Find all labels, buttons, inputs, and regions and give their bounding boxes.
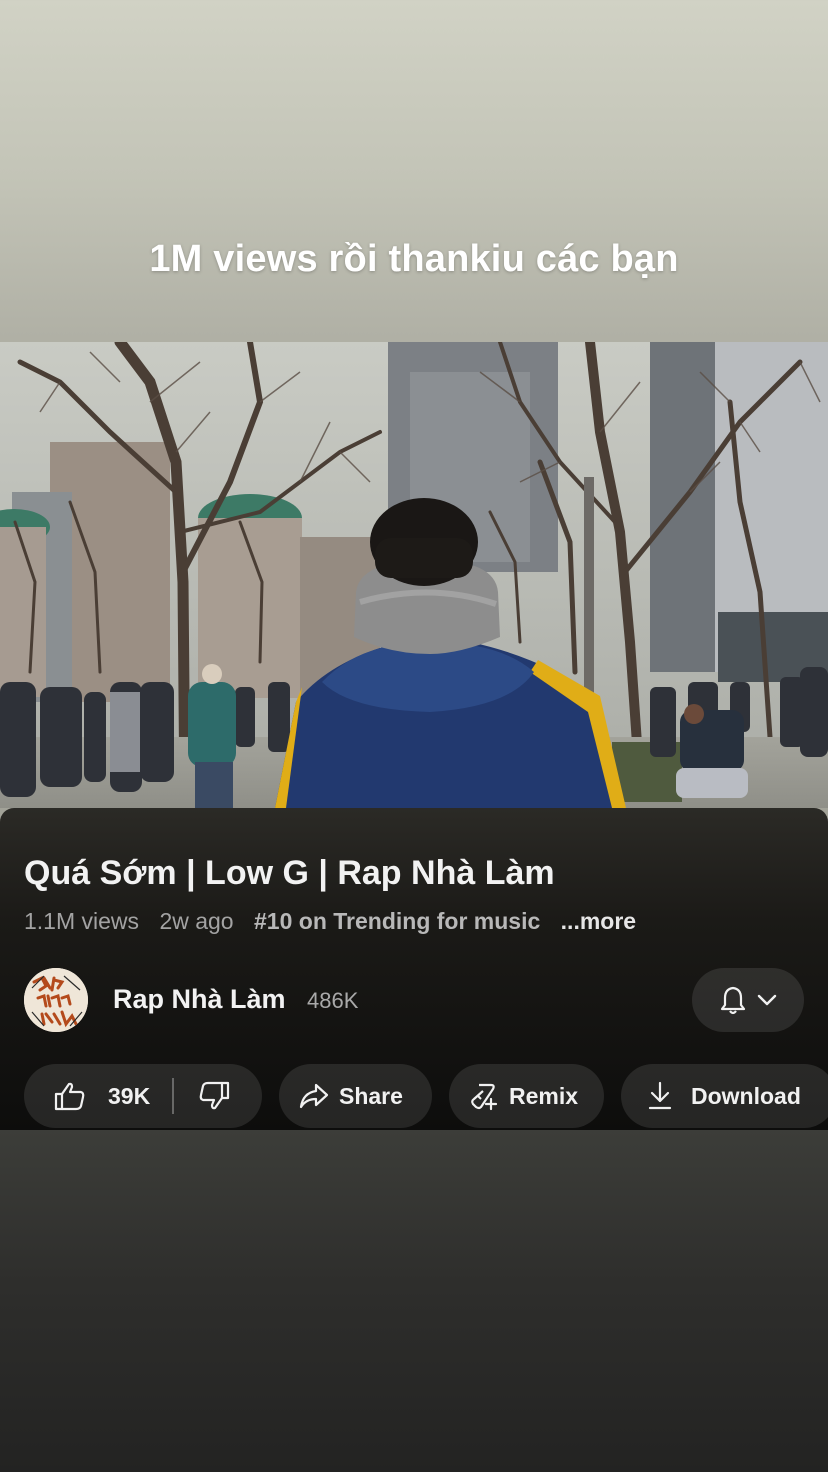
share-button[interactable]: Share bbox=[279, 1064, 432, 1128]
share-arrow-icon bbox=[299, 1083, 329, 1109]
notification-bell-button[interactable] bbox=[692, 968, 804, 1032]
thumbs-down-icon bbox=[199, 1081, 230, 1110]
like-button[interactable]: 39K bbox=[24, 1064, 150, 1128]
download-icon bbox=[648, 1081, 672, 1110]
action-bar: 39K Share Remix Download bbox=[24, 1064, 828, 1128]
like-dislike-group: 39K bbox=[24, 1064, 262, 1128]
video-thumbnail[interactable] bbox=[0, 342, 828, 808]
upload-age: 2w ago bbox=[159, 908, 234, 934]
share-label: Share bbox=[339, 1082, 403, 1109]
video-scene bbox=[0, 342, 828, 808]
like-count: 39K bbox=[108, 1082, 151, 1109]
remix-button[interactable]: Remix bbox=[449, 1064, 604, 1128]
more-link[interactable]: ...more bbox=[561, 908, 636, 934]
remix-icon bbox=[471, 1083, 498, 1111]
remix-label: Remix bbox=[509, 1082, 579, 1109]
channel-logo bbox=[24, 968, 88, 1032]
story-caption: 1M views rồi thankiu các bạn bbox=[149, 238, 679, 280]
view-count: 1.1M views bbox=[24, 908, 140, 934]
video-info-panel: Quá Sớm | Low G | Rap Nhà Làm 1.1M views… bbox=[0, 808, 828, 1130]
story-background-bottom bbox=[0, 1130, 828, 1472]
download-label: Download bbox=[691, 1082, 801, 1109]
bell-icon bbox=[720, 986, 746, 1015]
video-meta[interactable]: 1.1M views 2w ago #10 on Trending for mu… bbox=[24, 908, 636, 935]
trending-badge[interactable]: #10 on Trending for music bbox=[254, 908, 540, 934]
download-button[interactable]: Download bbox=[621, 1064, 828, 1128]
subscriber-count: 486K bbox=[307, 988, 359, 1013]
chevron-down-icon bbox=[757, 994, 777, 1006]
channel-avatar[interactable] bbox=[24, 968, 88, 1032]
video-title[interactable]: Quá Sớm | Low G | Rap Nhà Làm bbox=[24, 854, 555, 893]
thumbs-up-icon bbox=[54, 1082, 85, 1111]
dislike-button[interactable] bbox=[174, 1064, 230, 1128]
channel-name[interactable]: Rap Nhà Làm bbox=[113, 984, 286, 1015]
